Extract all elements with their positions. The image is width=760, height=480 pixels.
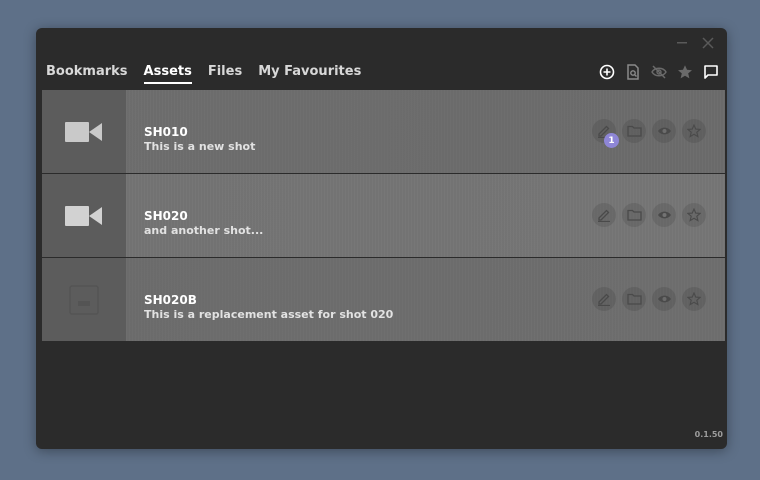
thumbnail — [42, 258, 126, 341]
video-camera-icon — [65, 121, 102, 142]
favourites-filter-button[interactable] — [672, 62, 698, 82]
asset-description: and another shot... — [144, 224, 264, 237]
eye-icon — [657, 295, 671, 303]
favourite-button[interactable] — [682, 119, 706, 143]
eye-off-icon — [651, 65, 667, 79]
tab-bookmarks[interactable]: Bookmarks — [46, 64, 128, 84]
close-button[interactable] — [700, 35, 716, 51]
star-icon — [678, 65, 692, 79]
row-actions — [592, 287, 706, 311]
add-button[interactable] — [594, 62, 620, 82]
file-search-icon — [627, 64, 639, 80]
asset-name: SH020B — [144, 293, 197, 307]
row-actions — [592, 203, 706, 227]
favourite-button[interactable] — [682, 203, 706, 227]
thumbnail — [42, 90, 126, 173]
open-folder-button[interactable] — [622, 287, 646, 311]
note-count-badge: 1 — [604, 133, 619, 148]
edit-button[interactable]: 1 — [592, 119, 619, 148]
add-circle-icon — [599, 64, 615, 80]
close-icon — [702, 37, 714, 49]
folder-icon — [626, 209, 642, 221]
asset-name: SH020 — [144, 209, 188, 223]
asset-description: This is a replacement asset for shot 020 — [144, 308, 394, 321]
folder-icon — [626, 125, 642, 137]
version-label: 0.1.50 — [694, 430, 723, 439]
hide-archived-button[interactable] — [646, 62, 672, 82]
folder-icon — [626, 293, 642, 305]
row-actions: 1 — [592, 119, 706, 148]
asset-name: SH010 — [144, 125, 188, 139]
edit-button[interactable] — [592, 287, 616, 311]
comment-icon — [704, 65, 718, 79]
view-button[interactable] — [652, 119, 676, 143]
edit-button[interactable] — [592, 203, 616, 227]
video-camera-icon — [65, 205, 102, 226]
file-search-button[interactable] — [620, 62, 646, 82]
list-item[interactable]: SH020 and another shot... — [42, 174, 725, 257]
list-item[interactable]: SH010 This is a new shot 1 — [42, 90, 725, 173]
minimize-button[interactable] — [674, 35, 690, 51]
minimize-icon — [677, 42, 687, 44]
edit-icon — [598, 293, 610, 306]
view-button[interactable] — [652, 203, 676, 227]
asset-list: SH010 This is a new shot 1 SH020 and ano… — [42, 90, 725, 342]
tab-assets[interactable]: Assets — [143, 64, 192, 84]
app-window: Bookmarks Assets Files My Favourites SH0… — [36, 28, 727, 449]
image-placeholder-icon — [69, 284, 99, 315]
star-icon — [687, 124, 701, 138]
open-folder-button[interactable] — [622, 119, 646, 143]
tab-bar: Bookmarks Assets Files My Favourites — [46, 64, 377, 84]
asset-description: This is a new shot — [144, 140, 256, 153]
list-item[interactable]: SH020B This is a replacement asset for s… — [42, 258, 725, 341]
edit-icon — [598, 209, 610, 222]
eye-icon — [657, 211, 671, 219]
tab-files[interactable]: Files — [208, 64, 242, 84]
toolbar — [594, 62, 724, 82]
open-folder-button[interactable] — [622, 203, 646, 227]
view-button[interactable] — [652, 287, 676, 311]
star-icon — [687, 208, 701, 222]
favourite-button[interactable] — [682, 287, 706, 311]
tab-my-favourites[interactable]: My Favourites — [258, 64, 361, 84]
eye-icon — [657, 127, 671, 135]
star-icon — [687, 292, 701, 306]
comment-button[interactable] — [698, 62, 724, 82]
thumbnail — [42, 174, 126, 257]
